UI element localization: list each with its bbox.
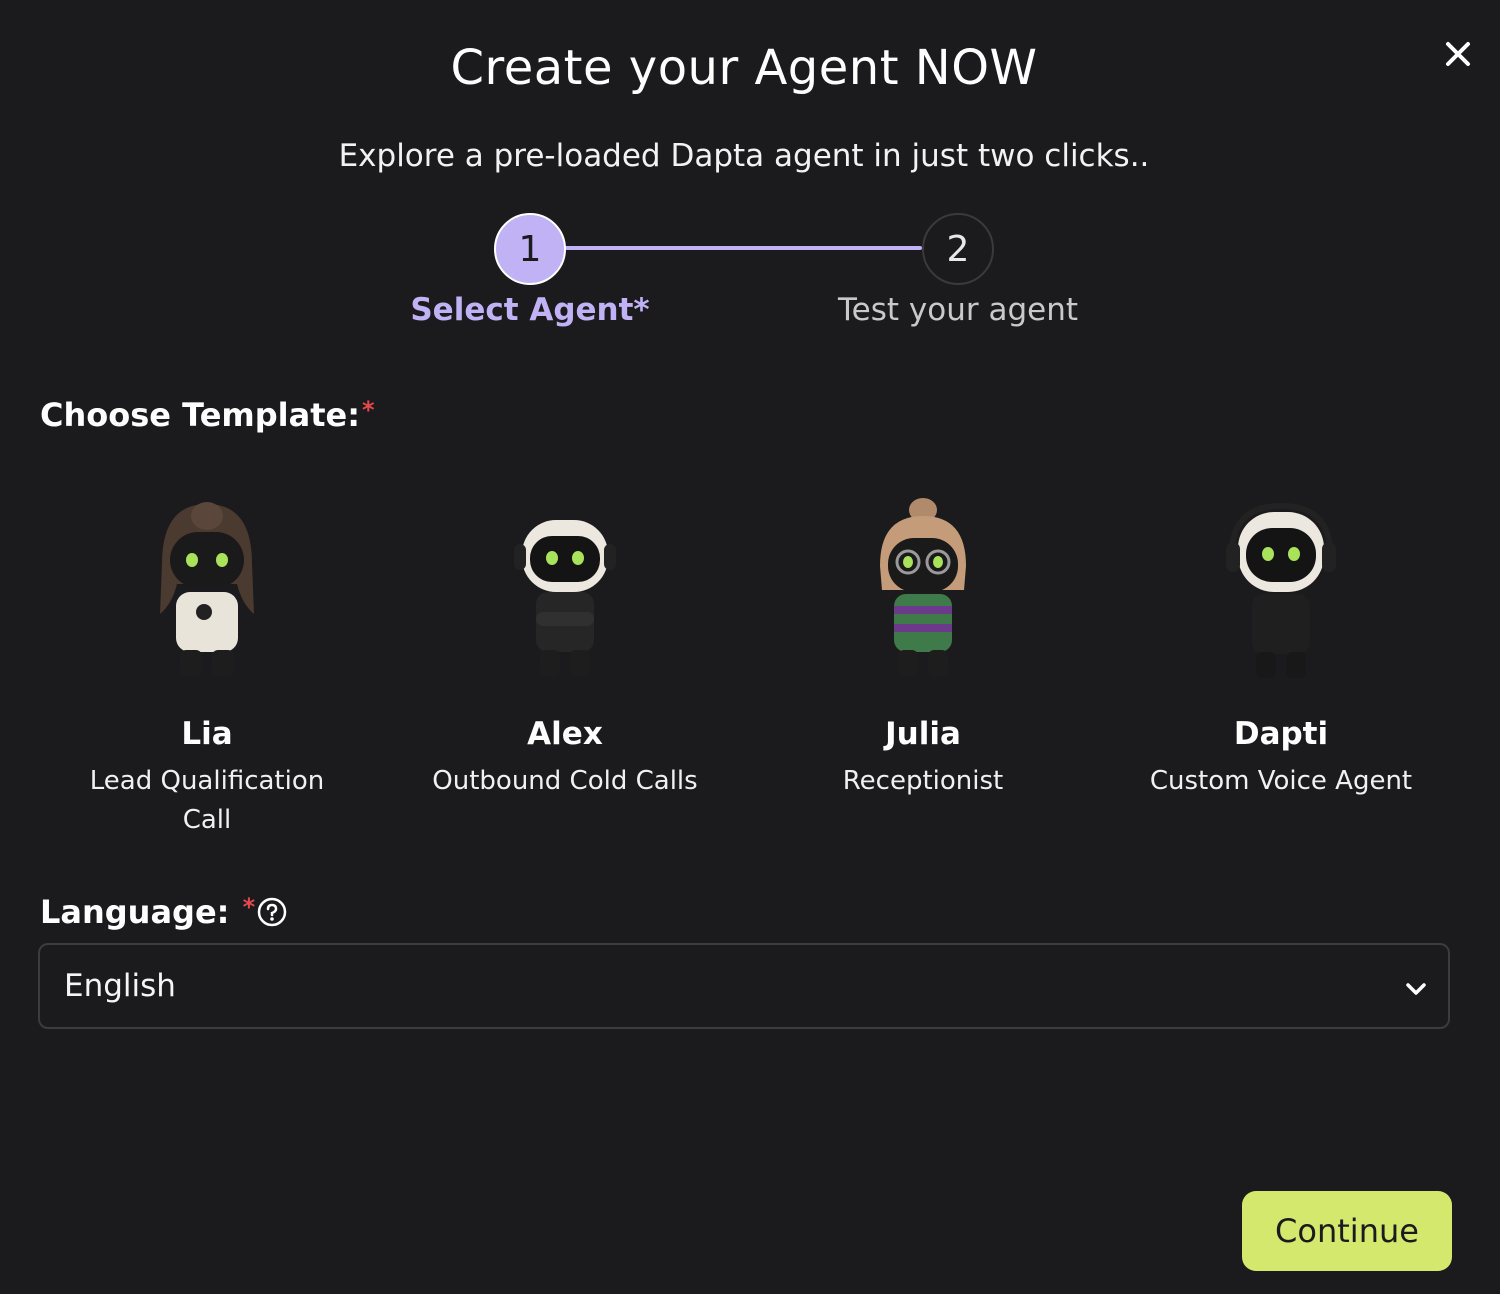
choose-template-heading: Choose Template:* — [40, 396, 375, 434]
template-card-alex[interactable]: Alex Outbound Cold Calls — [386, 480, 744, 850]
template-name: Alex — [527, 716, 603, 752]
language-heading: Language: * — [40, 893, 255, 931]
template-name: Lia — [181, 716, 233, 752]
modal-subtitle: Explore a pre-loaded Dapta agent in just… — [338, 138, 1150, 174]
choose-template-label: Choose Template: — [40, 396, 361, 434]
required-asterisk: * — [362, 396, 375, 424]
create-agent-modal: Create your Agent NOW Explore a pre-load… — [0, 0, 1500, 1294]
alex-avatar-icon — [514, 520, 616, 676]
template-description: Lead Qualification Call — [89, 766, 325, 835]
template-card-lia[interactable]: Lia Lead Qualification Call — [28, 480, 386, 850]
question-circle-icon[interactable] — [257, 897, 287, 927]
template-description: Custom Voice Agent — [1149, 766, 1413, 796]
step-1-label: Select Agent* — [410, 292, 650, 328]
continue-button[interactable]: Continue — [1242, 1191, 1452, 1271]
stepper-connector — [564, 246, 922, 250]
step-2-label: Test your agent — [837, 292, 1078, 328]
template-card-julia[interactable]: Julia Receptionist — [744, 480, 1102, 850]
language-select[interactable]: English — [38, 943, 1450, 1029]
dapti-avatar-icon — [1226, 502, 1336, 678]
modal-title: Create your Agent NOW — [450, 40, 1038, 96]
julia-avatar-icon — [880, 498, 966, 676]
language-select-value: English — [64, 968, 176, 1004]
template-description: Outbound Cold Calls — [432, 766, 698, 796]
step-1-indicator[interactable]: 1 — [494, 213, 566, 285]
required-asterisk: * — [242, 893, 256, 921]
template-card-dapti[interactable]: Dapti Custom Voice Agent — [1102, 480, 1460, 850]
step-2-indicator[interactable]: 2 — [922, 213, 994, 285]
template-list: Lia Lead Qualification Call Alex Outboun… — [28, 480, 1460, 860]
template-description: Receptionist — [842, 766, 1004, 796]
language-label: Language: — [40, 893, 230, 931]
template-name: Julia — [885, 716, 961, 752]
template-name: Dapti — [1233, 716, 1329, 752]
chevron-down-icon — [1406, 983, 1426, 995]
lia-avatar-icon — [160, 502, 254, 676]
